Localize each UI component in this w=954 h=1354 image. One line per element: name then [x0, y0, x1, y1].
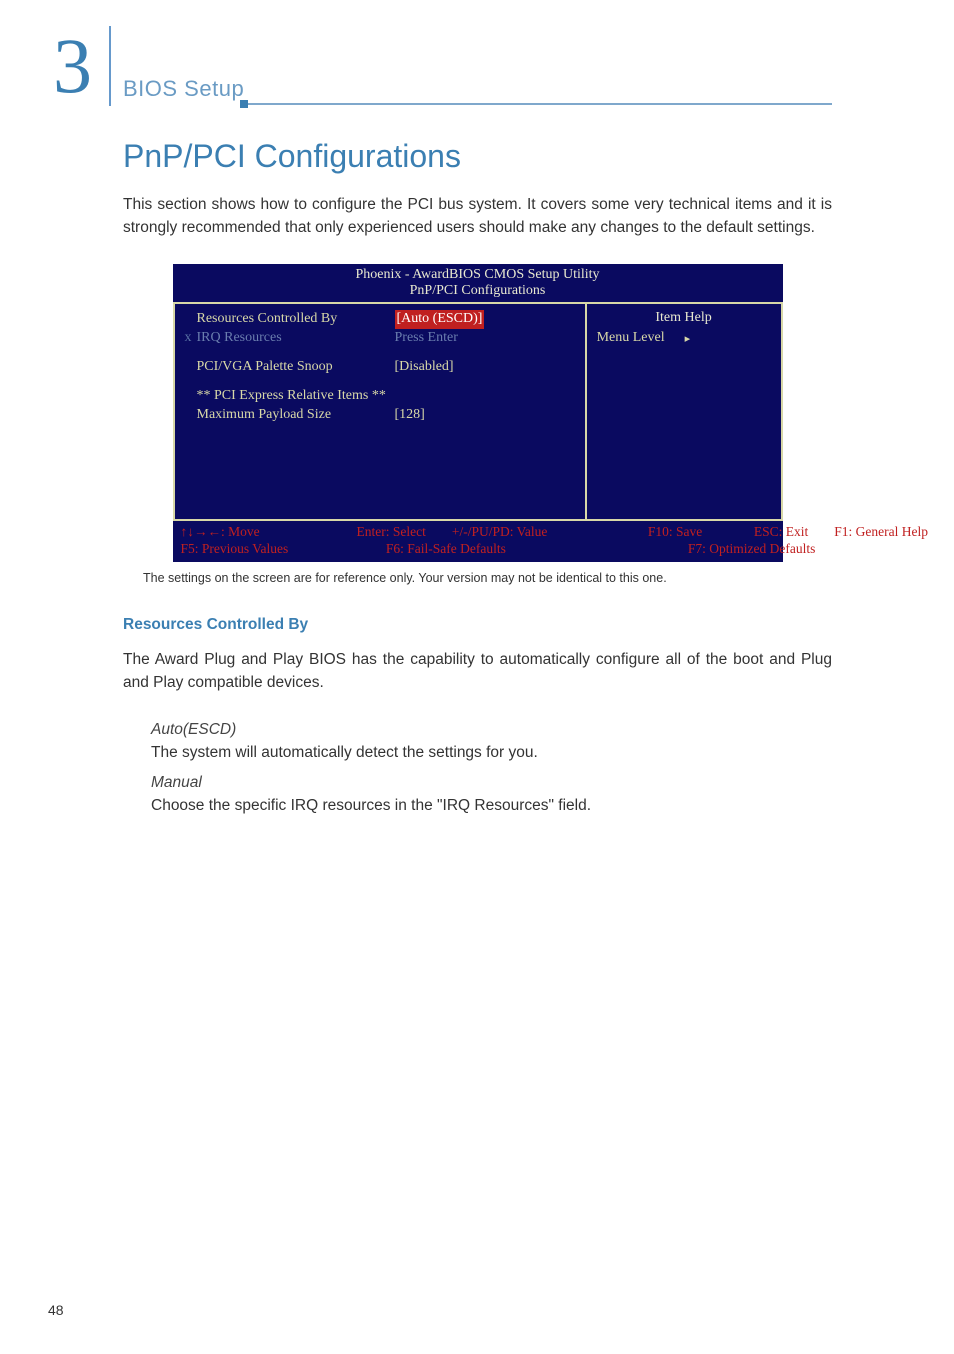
bios-key-f6: F6: Fail-Safe Defaults: [386, 541, 556, 557]
bios-value-palette: [Disabled]: [395, 358, 454, 377]
bios-key-f1: F1: General Help: [834, 524, 928, 540]
bios-screen: Phoenix - AwardBIOS CMOS Setup Utility P…: [173, 264, 783, 563]
bios-row-resources[interactable]: Resources Controlled By [Auto (ESCD)]: [185, 310, 575, 329]
page-content: PnP/PCI Configurations This section show…: [123, 138, 832, 823]
def-term-manual: Manual: [151, 771, 832, 794]
bios-value-payload: [128]: [395, 406, 425, 425]
bios-key-f5: F5: Previous Values: [181, 541, 331, 557]
bios-value-irq: Press Enter: [395, 329, 458, 348]
bios-key-esc: ESC: Exit: [754, 524, 808, 540]
page-number: 48: [48, 1302, 64, 1318]
bios-label-palette: PCI/VGA Palette Snoop: [197, 359, 333, 374]
section-title: BIOS Setup: [123, 76, 244, 102]
bios-title-line1: Phoenix - AwardBIOS CMOS Setup Utility: [173, 267, 783, 284]
bios-key-pupd: +/-/PU/PD: Value: [452, 524, 622, 540]
bios-row-palette[interactable]: PCI/VGA Palette Snoop [Disabled]: [185, 358, 575, 377]
subheading-resources: Resources Controlled By: [123, 616, 832, 634]
bios-title: Phoenix - AwardBIOS CMOS Setup Utility P…: [173, 264, 783, 303]
bios-label-pciheader: ** PCI Express Relative Items **: [197, 388, 386, 403]
triangle-right-icon: ▸: [685, 332, 691, 345]
bios-value-resources[interactable]: [Auto (ESCD)]: [395, 310, 485, 329]
bios-key-enter: Enter: Select: [357, 524, 426, 540]
chapter-badge: 3: [36, 26, 111, 106]
bios-left-panel: Resources Controlled By [Auto (ESCD)] xI…: [175, 304, 587, 519]
intro-paragraph: This section shows how to configure the …: [123, 193, 832, 240]
bios-row-payload[interactable]: Maximum Payload Size [128]: [185, 406, 575, 425]
def-desc-auto: The system will automatically detect the…: [151, 741, 832, 764]
def-term-auto: Auto(ESCD): [151, 718, 832, 741]
bios-panels: Resources Controlled By [Auto (ESCD)] xI…: [173, 302, 783, 521]
bios-label-irq: IRQ Resources: [197, 330, 282, 345]
bios-help-title: Item Help: [597, 310, 771, 326]
page-heading: PnP/PCI Configurations: [123, 138, 832, 175]
bios-label-payload: Maximum Payload Size: [197, 407, 332, 422]
bios-row-pciheader: ** PCI Express Relative Items **: [185, 387, 575, 406]
bios-key-move: ↑↓→←: Move: [181, 524, 331, 540]
bios-caption: The settings on the screen are for refer…: [143, 570, 812, 588]
bios-label-resources: Resources Controlled By: [197, 311, 338, 326]
bios-title-line2: PnP/PCI Configurations: [173, 283, 783, 300]
def-desc-manual: Choose the specific IRQ resources in the…: [151, 794, 832, 817]
bios-footer: ↑↓→←: Move Enter: Select +/-/PU/PD: Valu…: [173, 521, 783, 562]
bios-right-panel: Item Help Menu Level ▸: [587, 304, 781, 519]
header-rule: [240, 103, 832, 105]
chapter-number: 3: [53, 27, 92, 105]
bios-menu-level-label: Menu Level: [597, 330, 665, 346]
subheading-body: The Award Plug and Play BIOS has the cap…: [123, 648, 832, 695]
bios-row-irq: xIRQ Resources Press Enter: [185, 329, 575, 348]
definition-list: Auto(ESCD) The system will automatically…: [151, 718, 832, 817]
bios-disabled-x: x: [185, 329, 197, 348]
bios-key-f7: F7: Optimized Defaults: [688, 541, 815, 557]
bios-key-f10: F10: Save: [648, 524, 728, 540]
bios-menu-level: Menu Level ▸: [597, 330, 771, 346]
